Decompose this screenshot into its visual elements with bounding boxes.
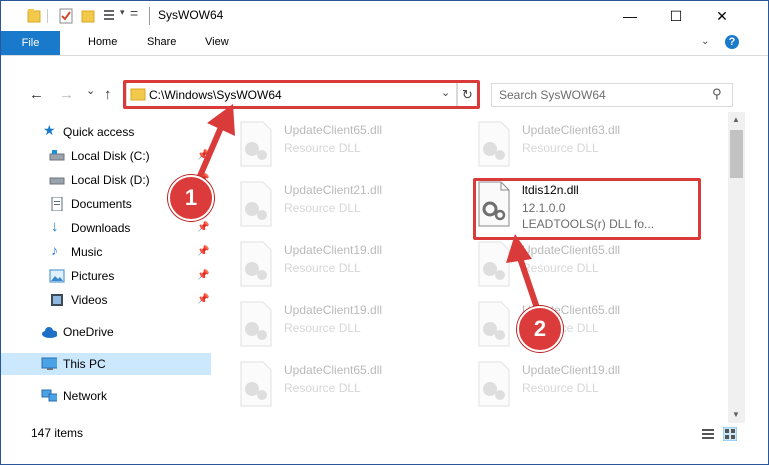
explorer-window: ▾ = SysWOW64 — ☐ ✕ File Home Share View … [0, 0, 769, 465]
step-1-badge: 1 [168, 175, 214, 221]
annotation-arrows [194, 104, 541, 314]
arrow-2-head [506, 234, 532, 263]
step-2-badge: 2 [517, 306, 563, 352]
arrow-2 [516, 252, 541, 314]
